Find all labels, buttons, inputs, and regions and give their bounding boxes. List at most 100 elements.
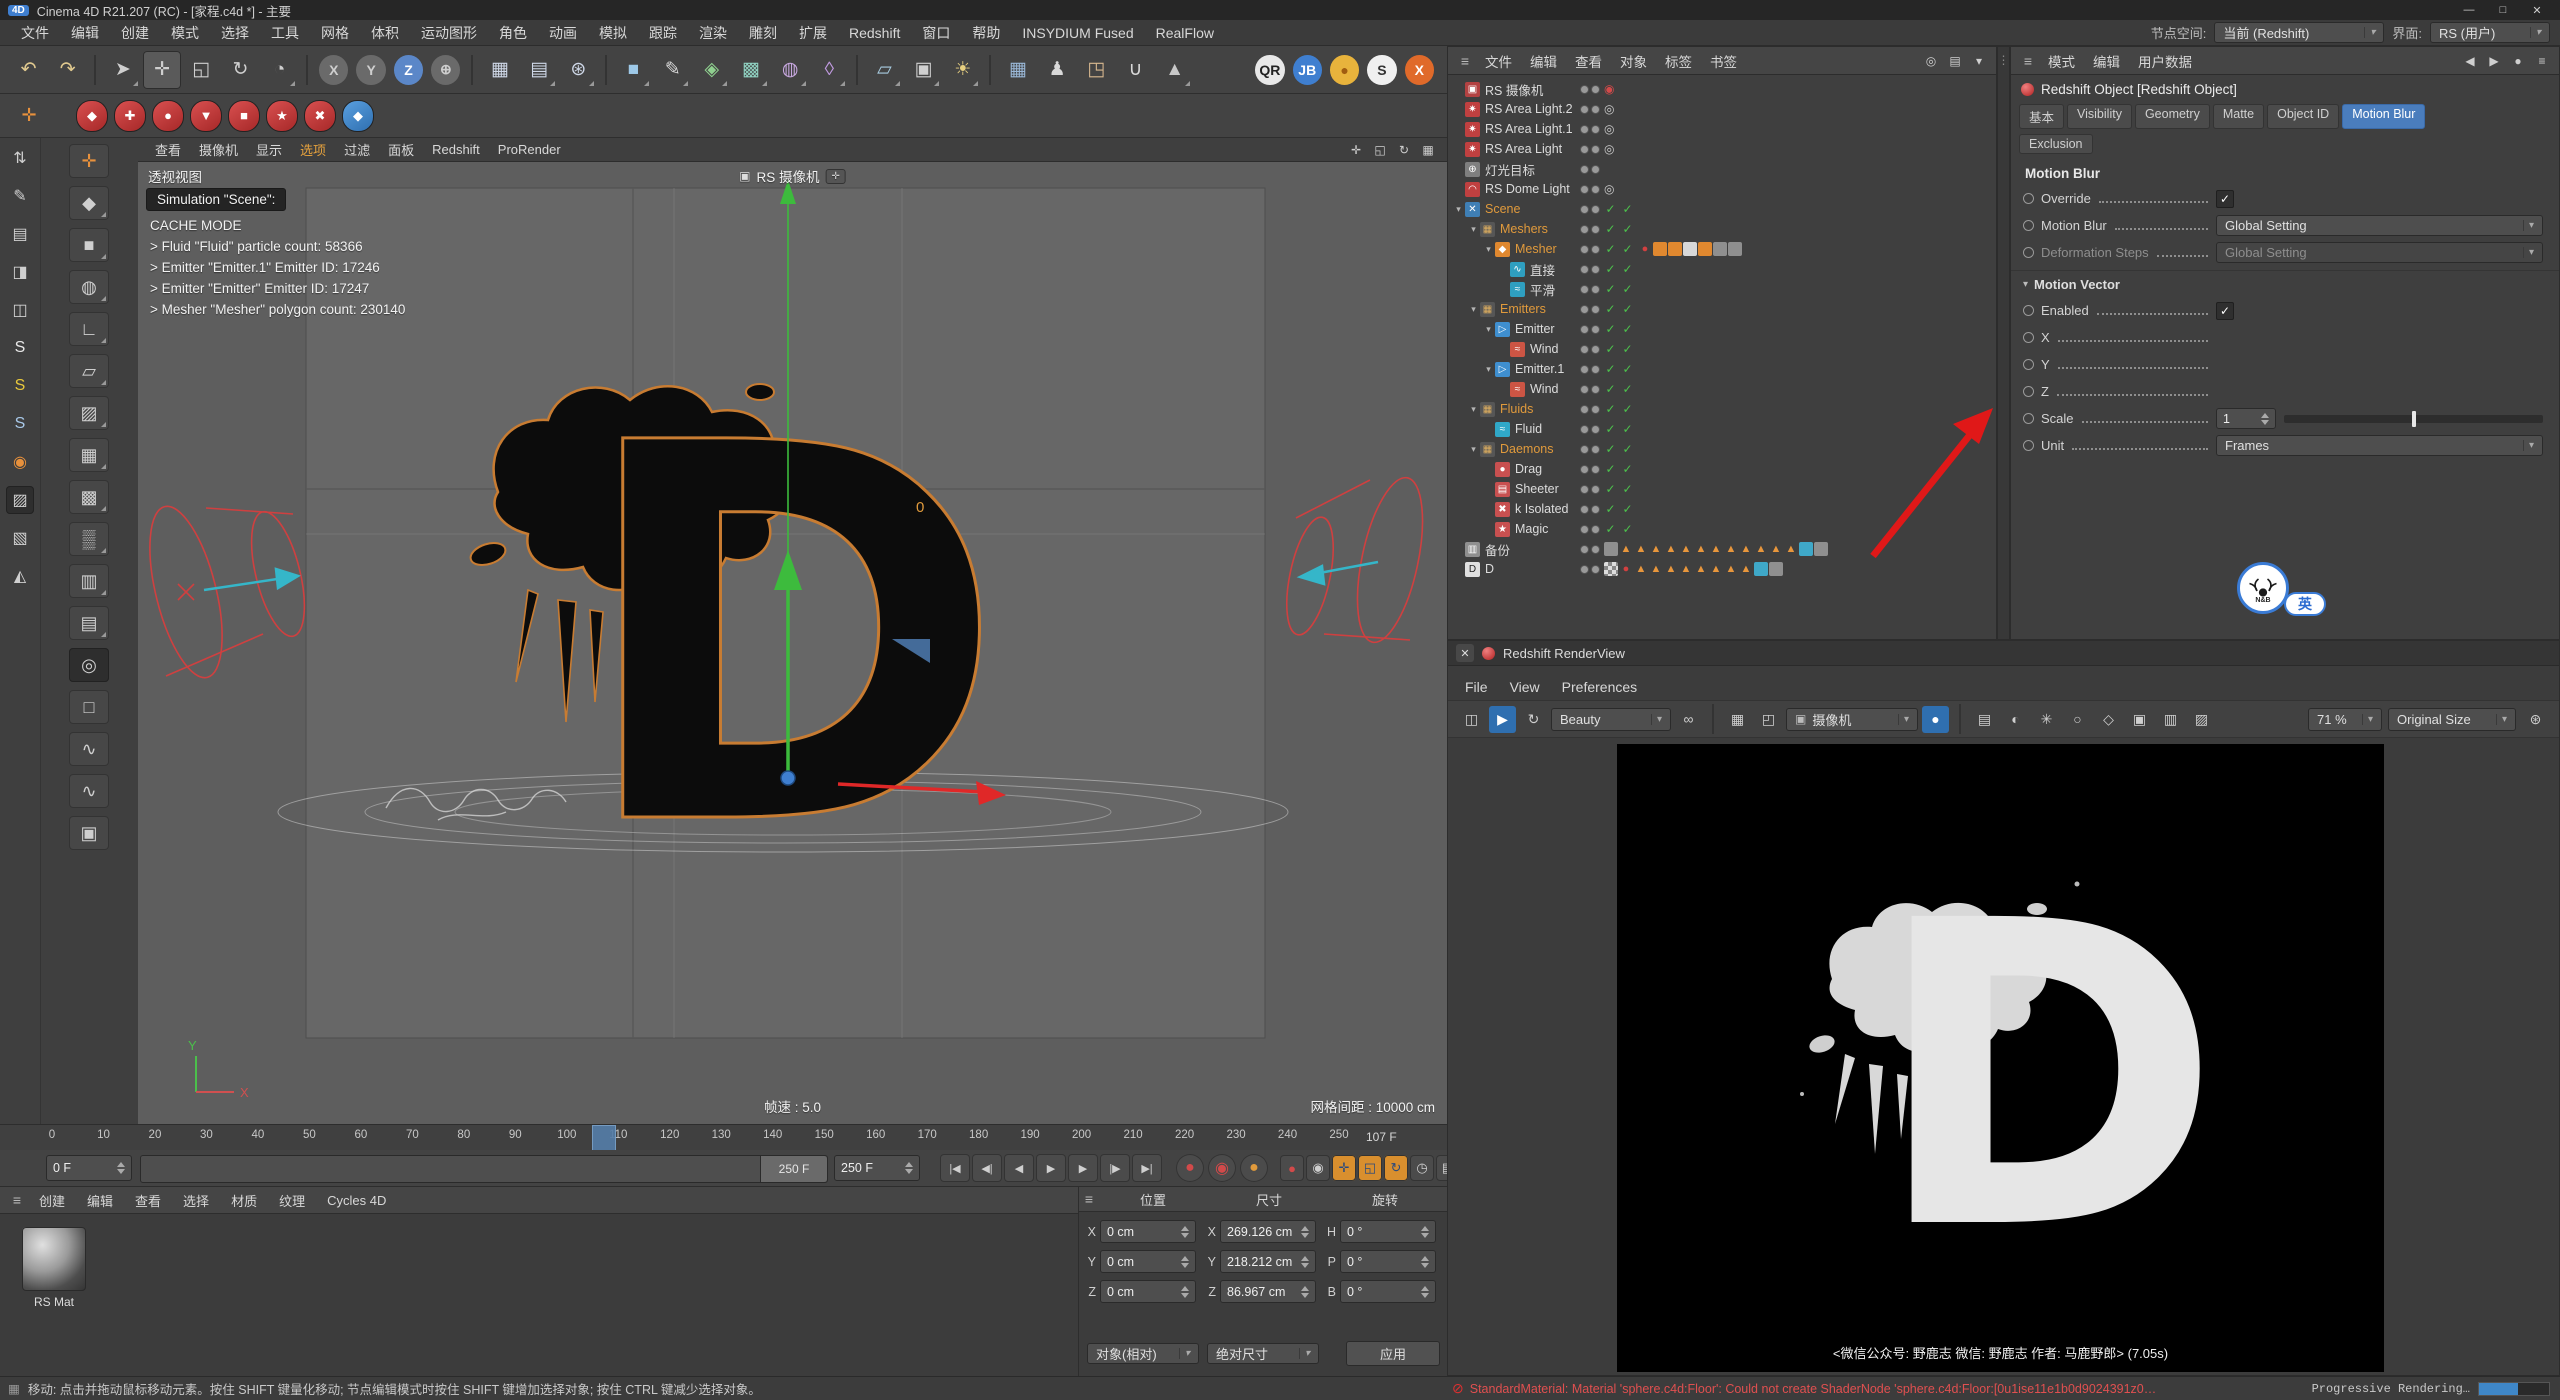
attr-back-icon[interactable]: ◀: [2459, 51, 2481, 71]
visibility-dots[interactable]: [1580, 145, 1600, 154]
coords-mode-select[interactable]: 对象(相对) ▾: [1087, 1343, 1199, 1364]
editor-enable-check[interactable]: ✓: [1604, 462, 1617, 476]
clay-render-icon[interactable]: ▨: [2188, 706, 2215, 733]
stepper-icons[interactable]: [1181, 1256, 1189, 1268]
camera-object-icon[interactable]: ▣: [905, 51, 942, 89]
panel-splitter[interactable]: ⋮: [1997, 46, 2010, 640]
timeline-tick-210[interactable]: 210: [1123, 1129, 1142, 1141]
primitive-cube-icon[interactable]: ■: [615, 51, 652, 89]
visibility-dots[interactable]: [1580, 285, 1600, 294]
menu-item-21[interactable]: RealFlow: [1145, 25, 1225, 41]
rs-light-icon[interactable]: ✚: [114, 100, 146, 132]
keyframe-dot[interactable]: [2023, 359, 2034, 370]
stepper-icons[interactable]: [117, 1162, 125, 1174]
attr-section-header-4[interactable]: ▾Motion Vector: [2011, 270, 2559, 297]
expand-toggle[interactable]: ▾: [1482, 364, 1495, 375]
next-key-button[interactable]: |▶: [1100, 1154, 1130, 1182]
dock-half-icon[interactable]: ◨: [6, 258, 34, 286]
object-row-13[interactable]: ▾▷Emitter✓✓: [1448, 319, 1996, 339]
om-menu-2[interactable]: 编辑: [1521, 51, 1566, 71]
workplane-icon[interactable]: ◳: [1078, 51, 1115, 89]
object-row-7[interactable]: ▾✕Scene✓✓: [1448, 199, 1996, 219]
timeline-tick-130[interactable]: 130: [712, 1129, 731, 1141]
rv-settings-icon[interactable]: ⊛: [2522, 706, 2549, 733]
aov-layers-icon[interactable]: ▣: [2126, 706, 2153, 733]
object-row-15[interactable]: ▾▷Emitter.1✓✓: [1448, 359, 1996, 379]
camera-lock-icon[interactable]: ●: [1922, 706, 1949, 733]
timeline-tick-220[interactable]: 220: [1175, 1129, 1194, 1141]
dock-s2-icon[interactable]: S: [6, 372, 34, 400]
viewport-menu-4[interactable]: 选项: [291, 140, 335, 159]
tool-square-icon[interactable]: □: [69, 690, 109, 724]
dock-wedge-icon[interactable]: ◭: [6, 562, 34, 590]
material-menu-3[interactable]: 查看: [124, 1191, 172, 1210]
visibility-dots[interactable]: [1580, 85, 1600, 94]
menu-item-7[interactable]: 网格: [310, 23, 360, 43]
key-rotation-button[interactable]: ↻: [1384, 1155, 1408, 1181]
stepper-icons[interactable]: [1181, 1226, 1189, 1238]
rs-environment-icon[interactable]: ■: [228, 100, 260, 132]
timeline-tick-10[interactable]: 10: [97, 1129, 110, 1141]
viewport-menu-2[interactable]: 摄像机: [190, 140, 247, 159]
material-menu-7[interactable]: Cycles 4D: [316, 1193, 397, 1208]
menu-item-19[interactable]: 帮助: [961, 23, 1011, 43]
tool-wave2-icon[interactable]: ∿: [69, 774, 109, 808]
tag-strip[interactable]: ●: [1638, 242, 1742, 256]
timeline-tick-80[interactable]: 80: [457, 1129, 470, 1141]
timeline-tick-90[interactable]: 90: [509, 1129, 522, 1141]
editor-enable-check[interactable]: ✓: [1604, 302, 1617, 316]
visibility-dots[interactable]: [1580, 105, 1600, 114]
timeline-tick-160[interactable]: 160: [866, 1129, 885, 1141]
attr-tab-3[interactable]: Geometry: [2135, 104, 2210, 129]
coords-menu-icon[interactable]: ≡: [1083, 1191, 1095, 1207]
volume-icon[interactable]: ▩: [732, 51, 769, 89]
object-row-6[interactable]: ◠RS Dome Light◎: [1448, 179, 1996, 199]
stepper-icons[interactable]: [1301, 1226, 1309, 1238]
s-plugin-icon[interactable]: S: [1367, 55, 1396, 85]
render-enable-check[interactable]: ✓: [1621, 442, 1634, 456]
visibility-dots[interactable]: [1580, 385, 1600, 394]
visibility-dots[interactable]: [1580, 345, 1600, 354]
editor-enable-check[interactable]: ✓: [1604, 422, 1617, 436]
tool-workplane-icon[interactable]: ∟: [69, 312, 109, 346]
translate-language-pill[interactable]: 英: [2284, 592, 2326, 616]
render-play-icon[interactable]: ▶: [1489, 706, 1516, 733]
tag-icon[interactable]: ▲: [1649, 542, 1663, 556]
timeline-ruler[interactable]: 0102030405060708090100110120130140150160…: [0, 1124, 1447, 1152]
editor-enable-check[interactable]: ✓: [1604, 202, 1617, 216]
tag-icon[interactable]: ▲: [1709, 562, 1723, 576]
editor-enable-check[interactable]: ✓: [1604, 402, 1617, 416]
rs-material-icon[interactable]: ◆: [76, 100, 108, 132]
timeline-tick-170[interactable]: 170: [918, 1129, 937, 1141]
xparticles-plugin-icon[interactable]: X: [1405, 55, 1434, 85]
tool-grid-icon[interactable]: ▣: [69, 816, 109, 850]
view-toggle-icon[interactable]: ▦: [1417, 140, 1439, 160]
object-row-18[interactable]: ≈Fluid✓✓: [1448, 419, 1996, 439]
keyframe-dot[interactable]: [2023, 220, 2034, 231]
render-enable-check[interactable]: ✓: [1621, 362, 1634, 376]
position-z-field[interactable]: 0 cm: [1100, 1280, 1196, 1303]
om-menu-6[interactable]: 书签: [1701, 51, 1746, 71]
minimize-button[interactable]: —: [2454, 2, 2484, 18]
snapshot-icon[interactable]: ◫: [1458, 706, 1485, 733]
tag-icon[interactable]: ▲: [1649, 562, 1663, 576]
visibility-dots[interactable]: [1580, 205, 1600, 214]
tool-plane-icon[interactable]: ▱: [69, 354, 109, 388]
visibility-dots[interactable]: [1580, 525, 1600, 534]
view-rotate-icon[interactable]: ↻: [1393, 140, 1415, 160]
material-menu-6[interactable]: 纹理: [268, 1191, 316, 1210]
object-row-11[interactable]: ≈平滑✓✓: [1448, 279, 1996, 299]
stepper-icons[interactable]: [1301, 1286, 1309, 1298]
menu-item-3[interactable]: 创建: [110, 23, 160, 43]
menu-item-14[interactable]: 渲染: [688, 23, 738, 43]
attr-slider[interactable]: [2284, 415, 2543, 423]
menu-item-2[interactable]: 编辑: [60, 23, 110, 43]
size-y-field[interactable]: 218.212 cm: [1220, 1250, 1316, 1273]
editor-enable-check[interactable]: ✓: [1604, 242, 1617, 256]
prev-frame-button[interactable]: ◀: [1004, 1154, 1034, 1182]
tool-texture-mode-icon[interactable]: ◍: [69, 270, 109, 304]
am-menu-1[interactable]: 模式: [2039, 51, 2084, 71]
object-row-2[interactable]: ✷RS Area Light.2◎: [1448, 99, 1996, 119]
object-row-9[interactable]: ▾◆Mesher✓✓●: [1448, 239, 1996, 259]
render-enable-check[interactable]: ✓: [1621, 382, 1634, 396]
